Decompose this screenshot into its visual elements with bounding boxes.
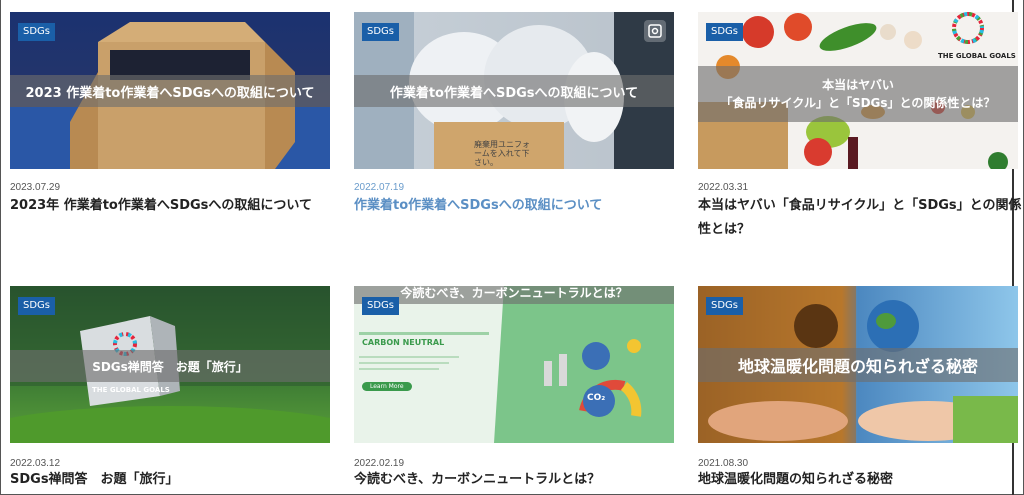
thumbnail-overlay-title: 地球温暖化問題の知られざる秘密 (698, 348, 1018, 382)
category-badge[interactable]: SDGs (362, 23, 400, 41)
thumbnail-overlay-title: 2023 作業着to作業着へSDGsへの取組について (10, 75, 330, 107)
learn-more-button: Learn More (362, 382, 412, 391)
article-title-line-1[interactable]: 本当はヤバい「食品リサイクル」と「SDGs」との関係 (698, 194, 1022, 218)
article-date: 2022.03.31 (698, 182, 749, 193)
box-label-text: 廃棄用ユニフォームを入れて下さい。 (474, 140, 530, 167)
article-thumbnail[interactable]: SDGs 2023 作業着to作業着へSDGsへの取組について (10, 12, 330, 169)
category-badge[interactable]: SDGs (362, 297, 400, 315)
carbon-neutral-illustration (359, 286, 674, 443)
category-badge[interactable]: SDGs (18, 297, 56, 315)
article-card-4[interactable]: THE GLOBAL GOALS SDGs SDGs禅問答 お題「旅行」 202… (10, 286, 330, 491)
article-title[interactable]: 本当はヤバい「食品リサイクル」と「SDGs」との関係 性とは？ (698, 194, 1022, 242)
category-badge[interactable]: SDGs (18, 23, 56, 41)
article-thumbnail[interactable]: CARBON NEUTRAL Learn More CO₂ SDGs 今読むべき… (354, 286, 674, 443)
article-title-line-2[interactable]: 性とは？ (698, 218, 1018, 242)
thumbnail-overlay-title: 今読むべき、カーボンニュートラルとは？ (354, 286, 674, 304)
category-badge[interactable]: SDGs (706, 23, 744, 41)
article-card-5[interactable]: CARBON NEUTRAL Learn More CO₂ SDGs 今読むべき… (354, 286, 674, 491)
global-goals-logo-text: THE GLOBAL GOALS (938, 52, 1016, 60)
article-thumbnail[interactable]: SDGs 地球温暖化問題の知られざる秘密 (698, 286, 1018, 443)
article-title[interactable]: 地球温暖化問題の知られざる秘密 (698, 468, 1018, 492)
article-thumbnail[interactable]: 廃棄用ユニフォームを入れて下さい。 SDGs 作業着to作業着へSDGsへの取組… (354, 12, 674, 169)
article-card-1[interactable]: SDGs 2023 作業着to作業着へSDGsへの取組について 2023.07.… (10, 12, 330, 217)
thumbnail-overlay-title: SDGs禅問答 お題「旅行」 (10, 350, 330, 382)
article-date: 2022.07.19 (354, 182, 405, 193)
article-card-2[interactable]: 廃棄用ユニフォームを入れて下さい。 SDGs 作業着to作業着へSDGsへの取組… (354, 12, 674, 217)
article-title[interactable]: 今読むべき、カーボンニュートラルとは？ (354, 468, 674, 492)
global-goals-logo-text: THE GLOBAL GOALS (92, 386, 170, 394)
co2-label: CO₂ (587, 393, 606, 403)
article-thumbnail[interactable]: THE GLOBAL GOALS SDGs 本当はヤバい 「食品リサイクル」と「… (698, 12, 1018, 169)
article-title[interactable]: SDGs禅問答 お題「旅行」 (10, 468, 330, 492)
article-title[interactable]: 作業着to作業着へSDGsへの取組について (354, 194, 674, 218)
article-date: 2023.07.29 (10, 182, 61, 193)
article-thumbnail[interactable]: THE GLOBAL GOALS SDGs SDGs禅問答 お題「旅行」 (10, 286, 330, 443)
thumbnail-overlay-title: 本当はヤバい 「食品リサイクル」と「SDGs」との関係性とは？ (698, 66, 1018, 122)
article-card-6[interactable]: SDGs 地球温暖化問題の知られざる秘密 2021.08.30 地球温暖化問題の… (698, 286, 1018, 491)
thumbnail-overlay-title: 作業着to作業着へSDGsへの取組について (354, 75, 674, 107)
overlay-line-2: 「食品リサイクル」と「SDGs」との関係性とは？ (720, 96, 996, 110)
category-badge[interactable]: SDGs (706, 297, 744, 315)
article-card-3[interactable]: THE GLOBAL GOALS SDGs 本当はヤバい 「食品リサイクル」と「… (698, 12, 1022, 242)
zoom-icon[interactable] (644, 20, 666, 42)
overlay-line-1: 本当はヤバい (822, 78, 894, 92)
article-title[interactable]: 2023年 作業着to作業着へSDGsへの取組について (10, 194, 330, 218)
carbon-neutral-heading: CARBON NEUTRAL (362, 338, 445, 347)
